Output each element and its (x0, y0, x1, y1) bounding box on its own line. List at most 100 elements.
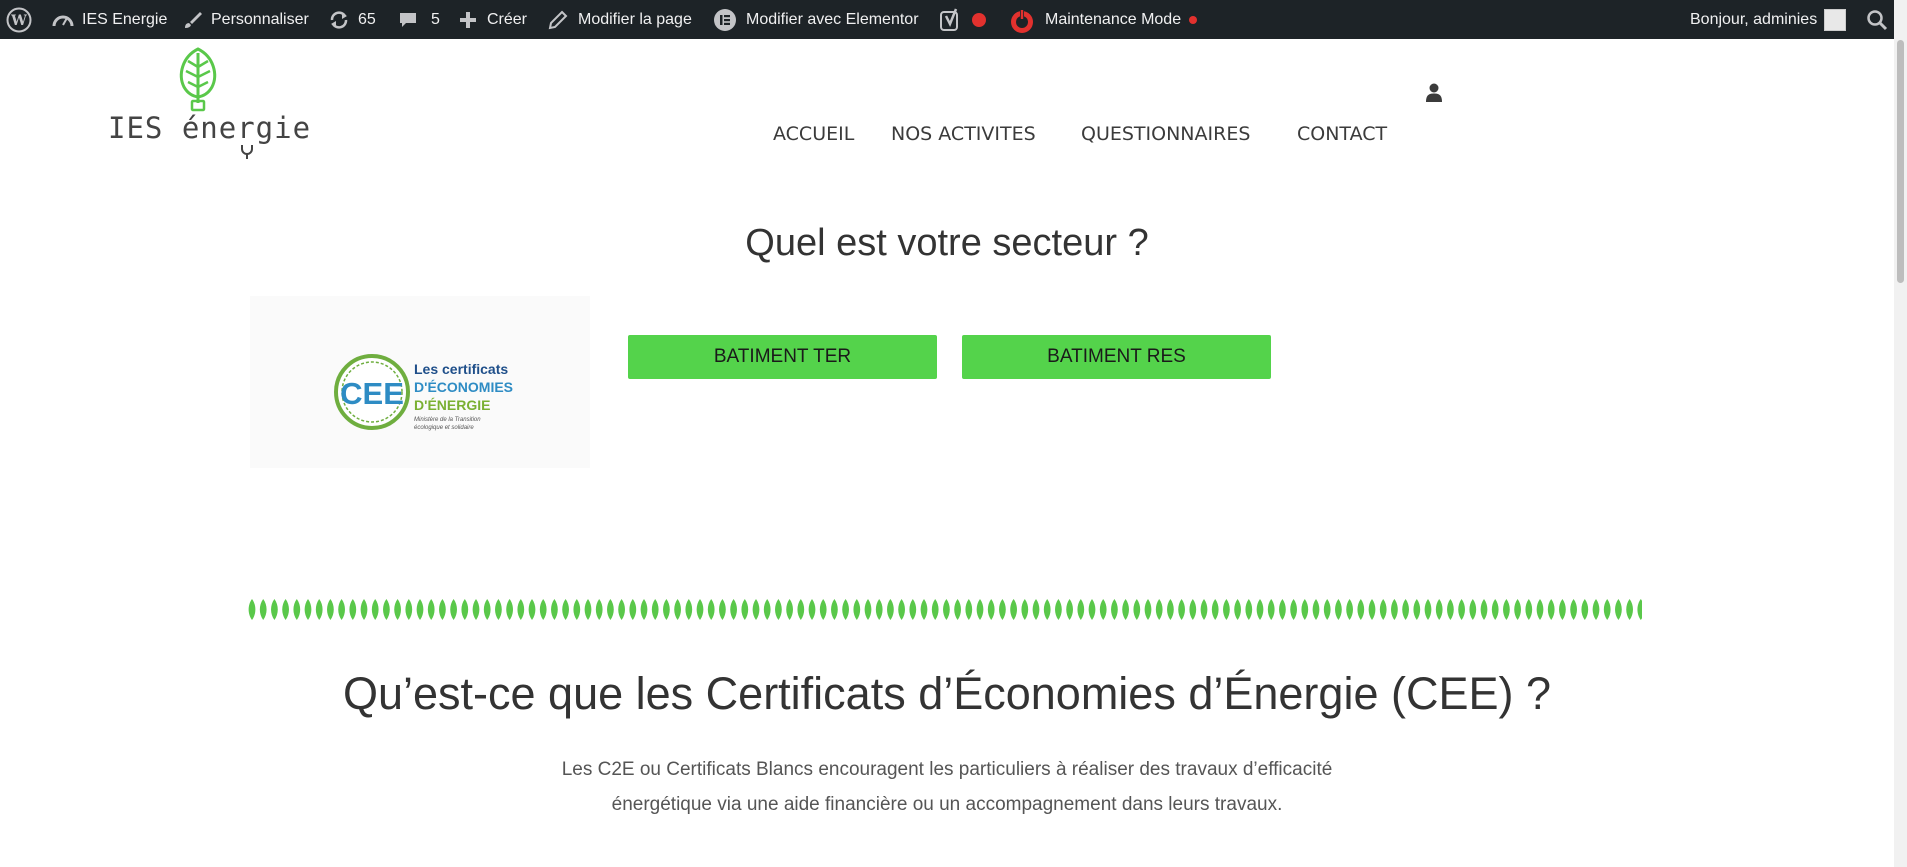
leaf-ornament (954, 599, 961, 620)
leaf-ornament (1290, 599, 1297, 620)
leaf-ornament (1010, 599, 1017, 620)
svg-text:W: W (10, 13, 27, 29)
logo-text: IES énergie (108, 111, 312, 145)
leaf-ornament (1133, 599, 1141, 620)
leaf-ornament (595, 599, 603, 620)
updates-button[interactable]: 65 (328, 0, 376, 39)
leaf-ornament (1536, 599, 1544, 620)
leaf-ornament (1581, 599, 1589, 620)
leaf-ornament (349, 599, 357, 620)
leaf-ornament (304, 599, 312, 620)
leaf-ornament (416, 599, 424, 620)
customize-label: Personnaliser (211, 10, 309, 28)
cee-logo-line5: écologique et solidaire (414, 425, 474, 431)
leaf-ornament (439, 599, 446, 620)
maintenance-mode-button[interactable]: Maintenance Mode (1008, 0, 1198, 39)
maintenance-status-dot (1189, 15, 1198, 24)
my-account-menu[interactable]: Bonjour, adminies (1690, 0, 1847, 39)
leaf-ornament (1223, 599, 1230, 620)
cee-description-line2: énergétique via une aide financière ou u… (611, 794, 1283, 815)
leaf-ornament (1592, 599, 1600, 620)
nav-item-accueil[interactable]: ACCUEIL (773, 123, 854, 145)
leaf-ornament (271, 599, 278, 620)
leaf-ornament (887, 599, 894, 620)
cee-section-heading: Qu’est-ce que les Certificats d’Économie… (342, 668, 1551, 719)
nav-item-questionnaires[interactable]: QUESTIONNAIRES (1081, 123, 1250, 145)
leaf-ornament (663, 599, 670, 620)
leaf-ornament (405, 599, 413, 620)
leaf-ornament (1021, 599, 1029, 620)
leaf-ornament (394, 599, 401, 620)
leaf-ornament (931, 599, 939, 620)
leaf-ornament (282, 599, 289, 620)
wordpress-logo-icon[interactable]: W (6, 0, 32, 39)
batiment-res-button[interactable]: BATIMENT RES (962, 335, 1271, 379)
leaf-ornament (1615, 599, 1622, 620)
leaf-ornament (1043, 599, 1051, 620)
cee-logo-line2: D'ÉCONOMIES (414, 379, 513, 395)
page-scrollbar[interactable] (1894, 0, 1907, 867)
leaf-ornament (1346, 599, 1353, 620)
new-content-button[interactable]: Créer (459, 0, 527, 39)
leaf-ornament (472, 599, 480, 620)
leaf-ornament (1234, 599, 1241, 620)
sector-heading: Quel est votre secteur ? (745, 222, 1149, 264)
leaf-ornament (640, 599, 648, 620)
leaf-ornament (562, 599, 569, 620)
leaf-ornament (259, 599, 267, 620)
leaf-ornament (1480, 599, 1488, 620)
brush-icon (185, 11, 202, 28)
nav-item-nos-activites[interactable]: NOS ACTIVITES (891, 123, 1036, 145)
leaf-ornament (1491, 599, 1499, 620)
leaf-ornament (1503, 599, 1510, 620)
maintenance-label: Maintenance Mode (1045, 10, 1182, 28)
leaf-ornament (315, 599, 323, 620)
leaf-ornament (1570, 599, 1577, 620)
leaf-ornament (427, 599, 435, 620)
scrollbar-thumb[interactable] (1897, 40, 1904, 283)
leaf-divider (248, 599, 1642, 620)
elementor-icon (714, 8, 736, 31)
leaf-ornament (450, 599, 457, 620)
greeting-label: Bonjour, adminies (1690, 10, 1818, 28)
yoast-seo-menu[interactable] (940, 0, 986, 39)
leaf-ornament (539, 599, 547, 620)
customize-button[interactable]: Personnaliser (183, 0, 309, 39)
leaf-ornament (1155, 599, 1163, 620)
leaf-ornament (1066, 599, 1073, 620)
leaf-ornament (1435, 599, 1443, 620)
leaf-ornament (461, 599, 469, 620)
leaf-ornament (1514, 599, 1521, 620)
leaf-ornament (1413, 599, 1421, 620)
leaf-ornament (1447, 599, 1454, 620)
leaf-ornament (976, 599, 984, 620)
edit-page-button[interactable]: Modifier la page (548, 0, 692, 39)
leaf-ornament (1088, 599, 1096, 620)
comments-button[interactable]: 5 (398, 0, 440, 39)
elementor-edit-button[interactable]: Modifier avec Elementor (713, 0, 919, 39)
user-account-icon[interactable] (1425, 83, 1443, 103)
leaf-ornament (819, 599, 827, 620)
site-name-menu[interactable]: IES Energie (52, 0, 167, 39)
nav-item-contact[interactable]: CONTACT (1297, 123, 1387, 145)
leaf-ornament (1122, 599, 1129, 620)
leaf-ornament (707, 599, 715, 620)
seo-status-dot (972, 12, 986, 27)
leaf-ornament (1055, 599, 1062, 620)
leaf-ornament (786, 599, 793, 620)
leaf-ornament (1178, 599, 1185, 620)
leaf-ornament (1603, 599, 1611, 620)
site-name-label: IES Energie (82, 10, 168, 28)
leaf-ornament (999, 599, 1006, 620)
leaf-ornament (607, 599, 614, 620)
plug-icon (241, 145, 253, 159)
dashboard-icon (52, 15, 74, 26)
batiment-ter-button[interactable]: BATIMENT TER (628, 335, 937, 379)
leaf-ornament (1335, 599, 1342, 620)
admin-search-button[interactable] (1866, 0, 1888, 39)
elementor-label: Modifier avec Elementor (746, 10, 919, 28)
leaf-ornament (875, 599, 883, 620)
leaf-ornament (1357, 599, 1365, 620)
site-logo[interactable]: IES énergie (106, 47, 310, 159)
leaf-ornament (506, 599, 513, 620)
